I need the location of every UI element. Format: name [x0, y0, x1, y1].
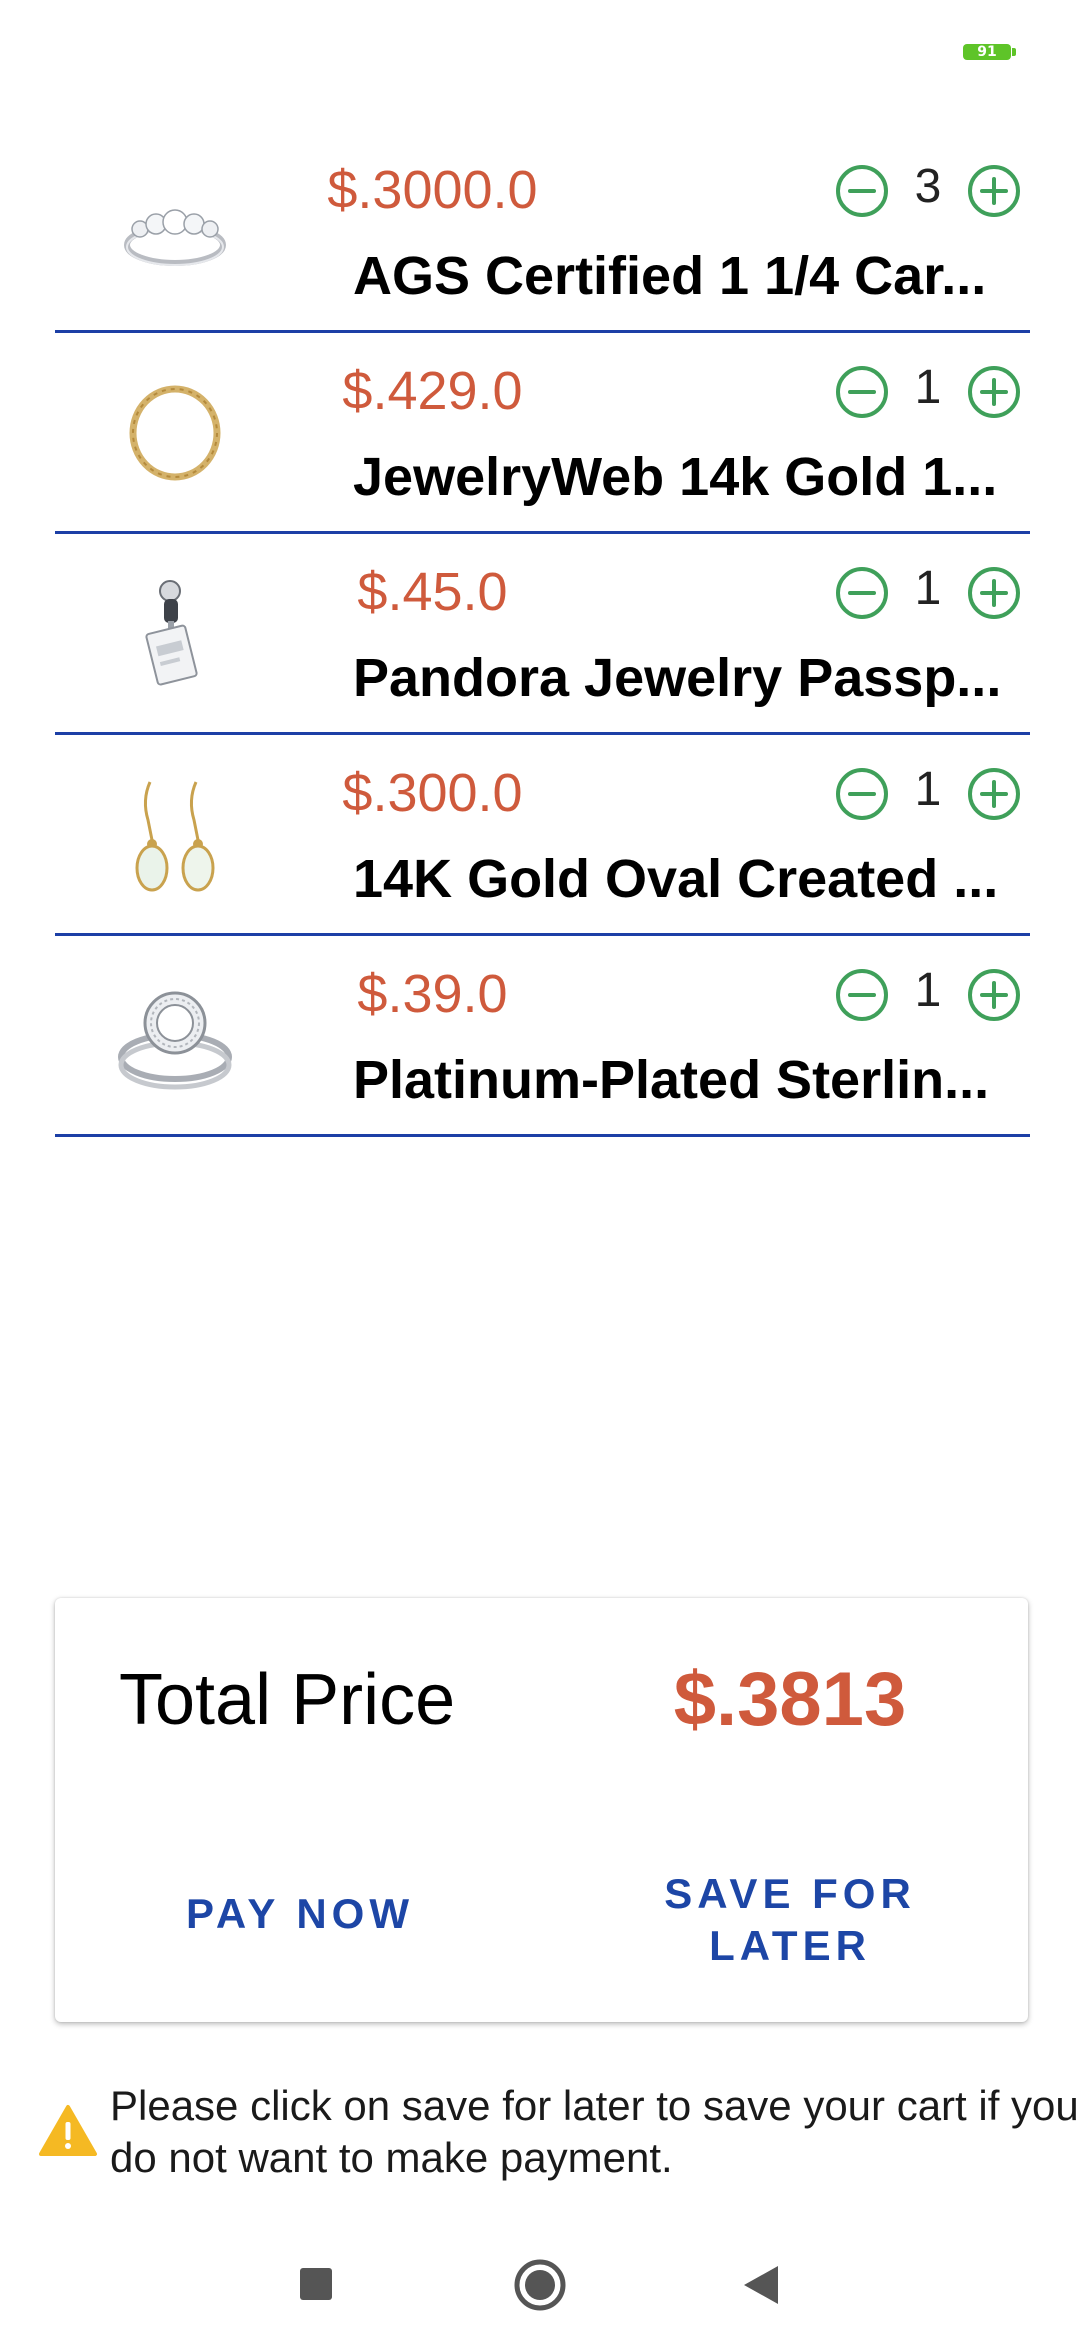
- quantity-stepper: 1: [835, 558, 1035, 628]
- quantity-value: 1: [914, 562, 942, 615]
- halo-ring-set-icon: [118, 991, 232, 1090]
- cart-item[interactable]: $.300.0 14K Gold Oval Created ... 1: [55, 735, 1030, 936]
- passport-charm-icon: [145, 580, 198, 686]
- quantity-value: 1: [914, 964, 942, 1017]
- item-price: $.300.0: [342, 763, 523, 823]
- minus-circle-icon[interactable]: [835, 164, 889, 218]
- item-name[interactable]: AGS Certified 1 1/4 Car...: [353, 244, 1013, 308]
- cart-item[interactable]: $.3000.0 AGS Certified 1 1/4 Car... 3: [55, 132, 1030, 333]
- item-price: $.39.0: [357, 964, 508, 1024]
- cart-item[interactable]: $.39.0 Platinum-Plated Sterlin... 1: [55, 936, 1030, 1137]
- cart-item[interactable]: $.429.0 JewelryWeb 14k Gold 1... 1: [55, 333, 1030, 534]
- warning-icon: [39, 2105, 97, 2156]
- quantity-value: 1: [914, 763, 942, 816]
- silver-diamond-band-ring-icon: [124, 209, 226, 266]
- circle-home-icon[interactable]: [505, 2250, 575, 2320]
- plus-circle-icon[interactable]: [967, 164, 1021, 218]
- gold-chain-bracelet-icon: [129, 385, 221, 481]
- status-bar: 91: [0, 0, 1080, 96]
- cart-item[interactable]: $.45.0 Pandora Jewelry Passp... 1: [55, 534, 1030, 735]
- plus-circle-icon[interactable]: [967, 767, 1021, 821]
- item-name[interactable]: Pandora Jewelry Passp...: [353, 646, 1013, 710]
- quantity-value: 3: [914, 160, 942, 213]
- item-price: $.429.0: [342, 361, 523, 421]
- opal-drop-earrings-icon: [135, 781, 215, 892]
- pay-now-button[interactable]: PAY NOW: [135, 1888, 465, 1940]
- item-name[interactable]: JewelryWeb 14k Gold 1...: [353, 445, 1013, 509]
- notice-text: Please click on save for later to save y…: [110, 2082, 1079, 2181]
- cart-list: $.3000.0 AGS Certified 1 1/4 Car... 3 $.…: [55, 132, 1030, 1137]
- minus-circle-icon[interactable]: [835, 365, 889, 419]
- square-recents-icon[interactable]: [282, 2250, 352, 2320]
- total-card: Total Price $.3813 PAY NOW SAVE FOR LATE…: [55, 1598, 1028, 2022]
- battery-icon: 91: [963, 44, 1016, 60]
- triangle-back-icon[interactable]: [728, 2250, 798, 2320]
- item-name[interactable]: Platinum-Plated Sterlin...: [353, 1048, 1013, 1112]
- quantity-stepper: 3: [835, 156, 1035, 226]
- system-nav-bar: [0, 2230, 1080, 2340]
- plus-circle-icon[interactable]: [967, 566, 1021, 620]
- item-price: $.3000.0: [327, 160, 538, 220]
- item-name[interactable]: 14K Gold Oval Created ...: [353, 847, 1013, 911]
- minus-circle-icon[interactable]: [835, 566, 889, 620]
- item-price: $.45.0: [357, 562, 508, 622]
- total-price-value: $.3813: [673, 1657, 907, 1742]
- save-for-later-button[interactable]: SAVE FOR LATER: [625, 1868, 955, 1972]
- quantity-value: 1: [914, 361, 942, 414]
- minus-circle-icon[interactable]: [835, 767, 889, 821]
- quantity-stepper: 1: [835, 357, 1035, 427]
- plus-circle-icon[interactable]: [967, 968, 1021, 1022]
- total-price-label: Total Price: [119, 1660, 456, 1740]
- quantity-stepper: 1: [835, 759, 1035, 829]
- minus-circle-icon[interactable]: [835, 968, 889, 1022]
- plus-circle-icon[interactable]: [967, 365, 1021, 419]
- quantity-stepper: 1: [835, 960, 1035, 1030]
